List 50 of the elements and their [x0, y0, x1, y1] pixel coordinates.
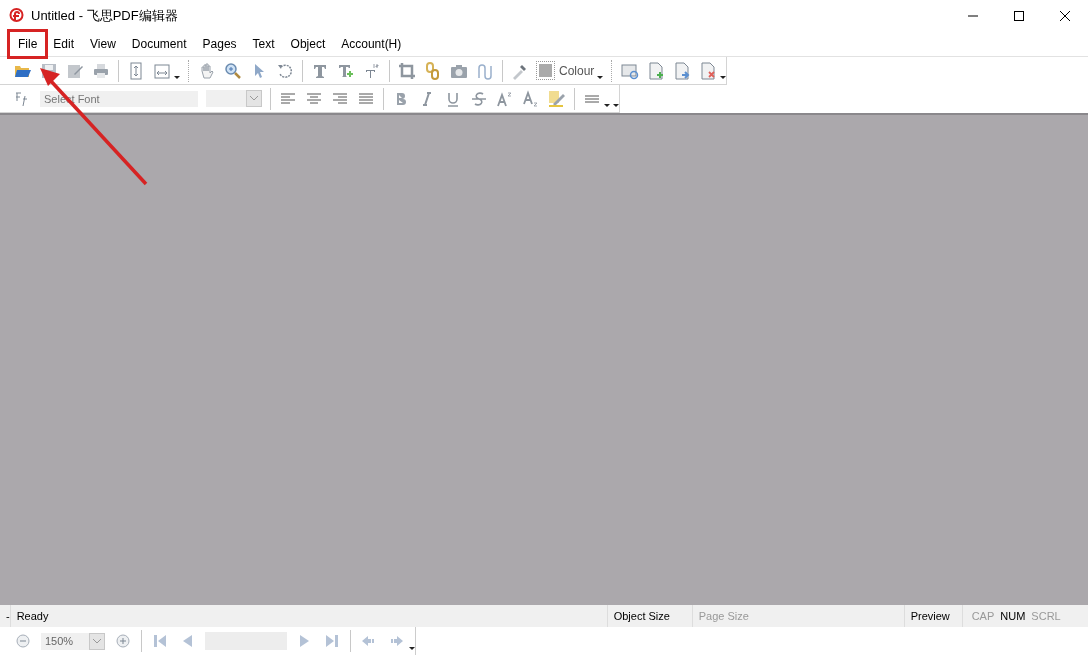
menu-item[interactable]: Edit [45, 33, 83, 54]
status-text: Ready [9, 605, 607, 627]
dropdown-caret-icon[interactable] [409, 647, 415, 650]
dropdown-caret-icon[interactable] [720, 76, 727, 79]
zoom-out-icon[interactable] [14, 632, 32, 650]
superscript-icon[interactable] [496, 89, 514, 108]
key-indicator: NUM [999, 610, 1027, 622]
fit-width-icon[interactable] [153, 61, 171, 80]
last-page-icon[interactable] [323, 632, 341, 650]
colour-button[interactable]: Colour [537, 62, 595, 79]
rotate-icon[interactable] [276, 61, 294, 80]
menu-item[interactable]: Pages [194, 33, 245, 54]
menu-item[interactable]: File [10, 31, 46, 56]
key-indicator: CAP [970, 610, 996, 622]
menu-item[interactable]: Text [244, 33, 283, 54]
menu-item[interactable]: Account(H) [333, 33, 410, 54]
page-add-icon[interactable] [647, 61, 666, 80]
window-title: Untitled - 飞思PDF编辑器 [31, 6, 179, 25]
crop-icon[interactable] [398, 61, 416, 80]
chevron-down-icon[interactable] [250, 96, 258, 101]
first-page-icon[interactable] [151, 632, 169, 650]
status-text: Page Size [691, 605, 904, 627]
chevron-down-icon[interactable] [93, 638, 101, 644]
fit-page-icon[interactable] [127, 61, 145, 80]
zoom-dropdown[interactable]: 150% [41, 632, 105, 650]
numbered-text-icon[interactable] [363, 61, 381, 80]
app-logo-icon [9, 7, 24, 24]
maximize-icon [1014, 10, 1024, 21]
highlighter-icon[interactable] [548, 89, 566, 108]
curve-icon[interactable] [476, 61, 494, 80]
page-refresh-icon[interactable] [621, 61, 640, 80]
status-text: Object Size [606, 605, 692, 627]
close-icon [1060, 10, 1070, 21]
hand-icon[interactable] [198, 61, 216, 80]
menu-item[interactable]: Document [123, 33, 195, 54]
zoom-in-icon[interactable] [114, 632, 132, 650]
strikethrough-icon[interactable] [470, 89, 488, 108]
zoom-icon[interactable] [224, 61, 242, 80]
printer-icon[interactable] [92, 61, 110, 80]
menu-item[interactable]: View [82, 33, 124, 54]
font-size-dropdown[interactable] [206, 90, 262, 107]
dropdown-caret-icon[interactable] [174, 76, 180, 79]
status-marker: - [5, 610, 10, 622]
page-export-icon[interactable] [673, 61, 692, 80]
link-icon[interactable] [424, 61, 442, 80]
dropdown-caret-icon[interactable] [597, 76, 604, 79]
status-text: Preview [903, 605, 962, 627]
subscript-icon[interactable] [522, 89, 540, 108]
key-indicator: SCRL [1030, 610, 1062, 622]
menu-item[interactable]: Object [282, 33, 334, 54]
